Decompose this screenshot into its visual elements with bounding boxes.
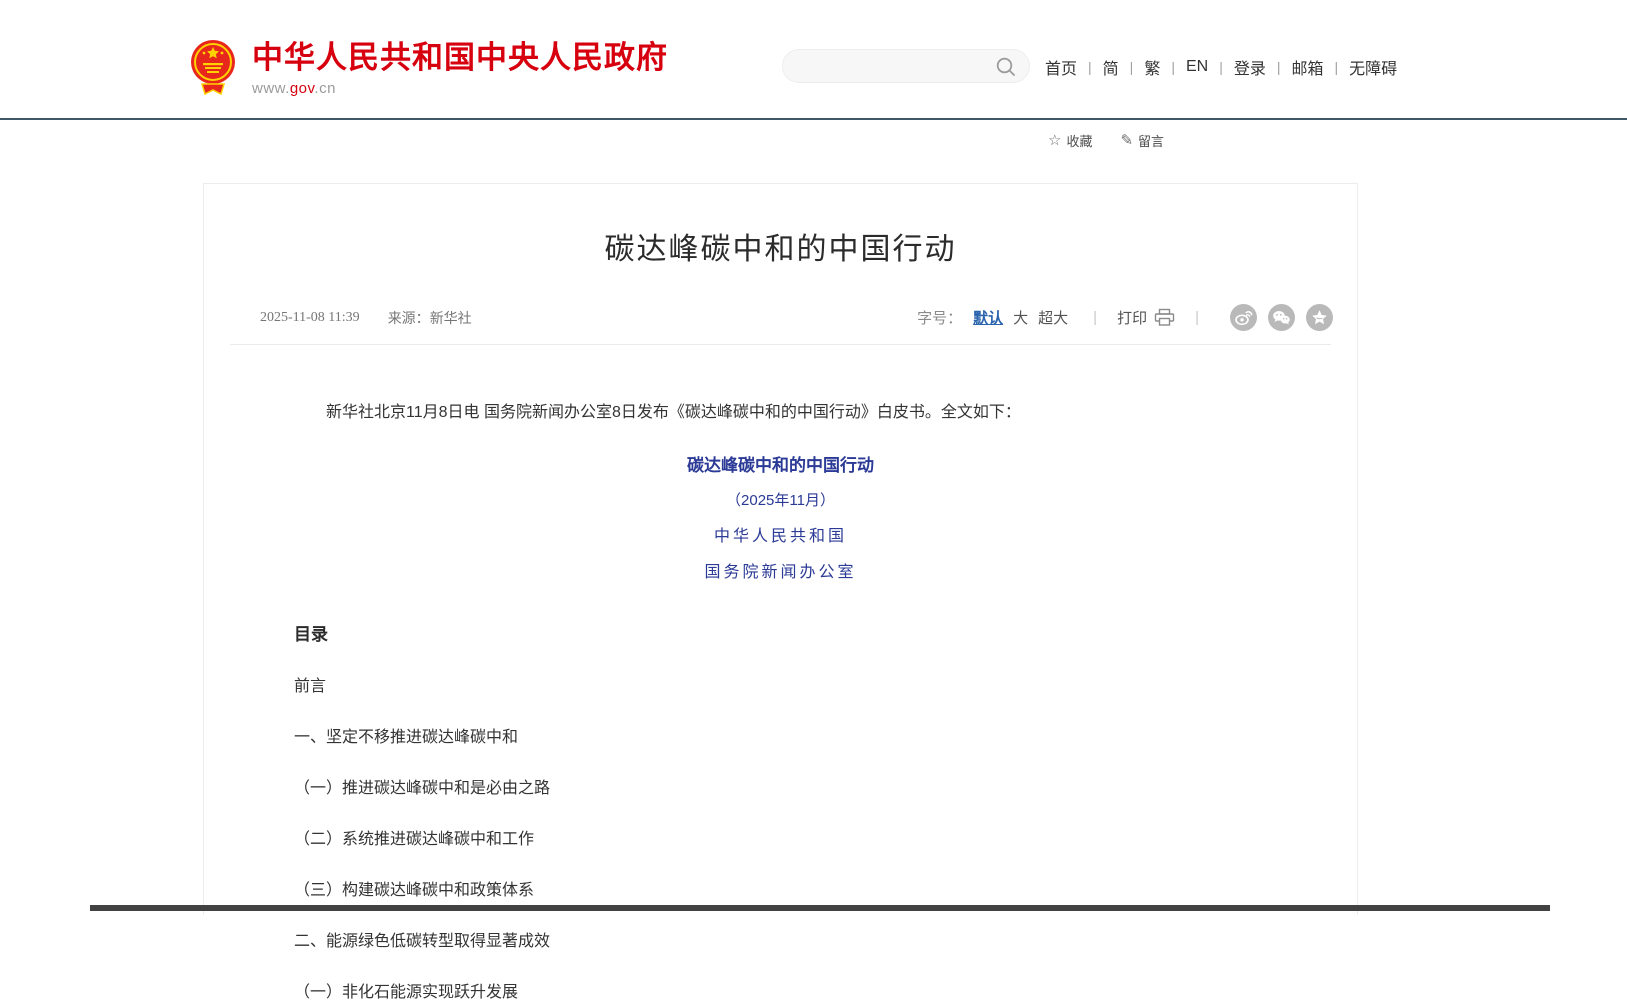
print-label: 打印 — [1117, 307, 1147, 328]
document-title: 碳达峰碳中和的中国行动 — [204, 451, 1357, 476]
nav-separator: | — [1088, 59, 1092, 75]
font-size-default[interactable]: 默认 — [973, 307, 1003, 328]
share-weibo-button[interactable] — [1230, 304, 1257, 331]
source-label: 来源： — [388, 312, 430, 327]
weibo-icon — [1230, 304, 1257, 331]
toc-heading: 目录 — [294, 620, 1267, 645]
toc-item: （一）推进碳达峰碳中和是必由之路 — [294, 774, 1267, 798]
header-divider — [0, 118, 1627, 120]
nav-separator: | — [1130, 59, 1134, 75]
article-card: 碳达峰碳中和的中国行动 2025-11-08 11:39 来源：新华社 字号： … — [203, 183, 1358, 915]
lead-paragraph: 新华社北京11月8日电 国务院新闻办公室8日发布《碳达峰碳中和的中国行动》白皮书… — [294, 399, 1267, 427]
meta-separator: | — [1195, 309, 1199, 326]
article-meta: 2025-11-08 11:39 来源：新华社 字号： 默认 大 超大 | 打印… — [260, 304, 1333, 331]
site-header: 中华人民共和国中央人民政府 www.gov.cn 首页 | 简 | 繁 | EN | 登… — [0, 0, 1627, 118]
url-www: www. — [252, 80, 290, 97]
site-logo[interactable]: 中华人民共和国中央人民政府 www.gov.cn — [190, 38, 668, 97]
printer-icon — [1154, 308, 1175, 327]
nav-separator: | — [1219, 59, 1223, 75]
font-size-large[interactable]: 大 — [1013, 307, 1028, 328]
favorite-label: 收藏 — [1066, 131, 1092, 150]
nav-separator: | — [1171, 59, 1175, 75]
url-gov: gov — [290, 80, 315, 97]
meta-divider — [230, 344, 1331, 345]
font-size-xlarge[interactable]: 超大 — [1038, 307, 1068, 328]
toc-item: （一）非化石能源实现跃升发展 — [294, 978, 1267, 1002]
share-wechat-button[interactable] — [1268, 304, 1295, 331]
print-button[interactable]: 打印 — [1117, 307, 1175, 328]
toc-item: 一、坚定不移推进碳达峰碳中和 — [294, 723, 1267, 747]
comment-button[interactable]: ✎ 留言 — [1120, 131, 1164, 150]
pencil-icon: ✎ — [1120, 133, 1133, 148]
nav-login[interactable]: 登录 — [1234, 55, 1266, 79]
comment-label: 留言 — [1138, 131, 1164, 150]
document-org-line1: 中华人民共和国 — [204, 522, 1357, 546]
site-url: www.gov.cn — [252, 80, 668, 97]
nav-separator: | — [1335, 59, 1339, 75]
favorite-button[interactable]: ☆ 收藏 — [1048, 131, 1092, 150]
publish-date: 2025-11-08 11:39 — [260, 310, 360, 326]
bottom-edge-bar — [90, 905, 1550, 911]
wechat-icon — [1268, 304, 1295, 331]
meta-left: 2025-11-08 11:39 来源：新华社 — [260, 308, 472, 328]
toc-item: （三）构建碳达峰碳中和政策体系 — [294, 876, 1267, 900]
article-title: 碳达峰碳中和的中国行动 — [204, 224, 1357, 268]
site-title: 中华人民共和国中央人民政府 — [252, 42, 668, 75]
search-icon[interactable] — [995, 56, 1017, 78]
meta-right: 字号： 默认 大 超大 | 打印 | — [917, 304, 1333, 331]
nav-traditional[interactable]: 繁 — [1144, 55, 1160, 79]
nav-mail[interactable]: 邮箱 — [1292, 55, 1324, 79]
nav-english[interactable]: EN — [1186, 58, 1208, 76]
page-actions: ☆ 收藏 ✎ 留言 — [1048, 131, 1164, 150]
document-org-line2: 国务院新闻办公室 — [204, 558, 1357, 582]
search-input[interactable] — [782, 49, 1030, 83]
toc-item: 前言 — [294, 672, 1267, 696]
nav-home[interactable]: 首页 — [1045, 55, 1077, 79]
meta-separator: | — [1093, 309, 1097, 326]
national-emblem-icon — [190, 38, 236, 96]
nav-simplified[interactable]: 简 — [1103, 55, 1119, 79]
nav-accessibility[interactable]: 无障碍 — [1349, 55, 1397, 79]
nav-separator: | — [1277, 59, 1281, 75]
document-date: （2025年11月） — [204, 489, 1357, 510]
source-value: 新华社 — [430, 312, 472, 327]
source: 来源：新华社 — [388, 308, 472, 328]
toc-item: 二、能源绿色低碳转型取得显著成效 — [294, 927, 1267, 951]
toc-item: （二）系统推进碳达峰碳中和工作 — [294, 825, 1267, 849]
star-icon: ☆ — [1048, 133, 1061, 148]
qzone-star-icon — [1306, 304, 1333, 331]
font-size-label: 字号： — [917, 307, 962, 328]
share-qzone-button[interactable] — [1306, 304, 1333, 331]
top-nav: 首页 | 简 | 繁 | EN | 登录 | 邮箱 | 无障碍 — [1045, 55, 1397, 79]
url-cn: .cn — [314, 80, 336, 97]
